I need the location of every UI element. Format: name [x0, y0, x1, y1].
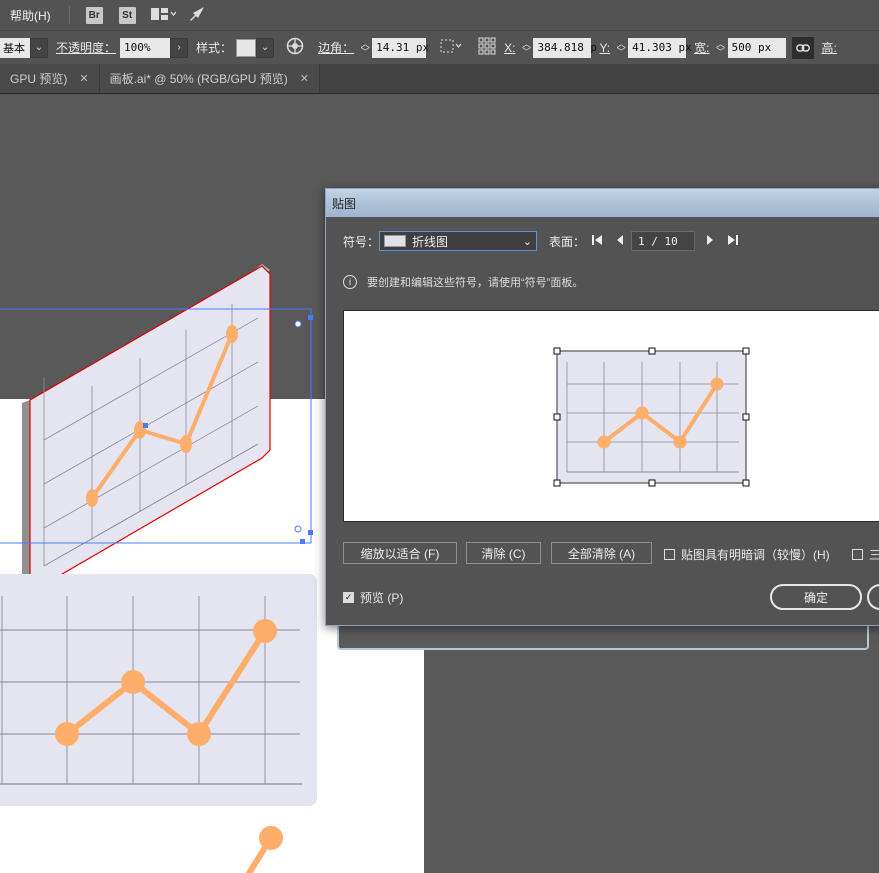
style-label: 样式：: [196, 41, 233, 55]
bridge-icon[interactable]: Br: [85, 6, 103, 24]
width-label-text: 宽: [694, 41, 707, 55]
invisible-geometry-label: 三: [869, 548, 879, 562]
tab-label: GPU 预览): [10, 72, 68, 86]
height-label[interactable]: 高:: [822, 39, 837, 56]
graphic-style-swatch[interactable]: [236, 38, 257, 57]
stroke-profile-value: 基本: [3, 42, 25, 55]
preview-symbol[interactable]: [344, 311, 879, 523]
tab-label: 画板.ai* @ 50% (RGB/GPU 预览): [109, 72, 288, 86]
width-stepper-icon[interactable]: ︿ ﹀: [714, 39, 728, 56]
y-position-field[interactable]: 41.303 px: [628, 37, 692, 58]
transform-bbox-icon[interactable]: [440, 38, 464, 57]
clear-all-button[interactable]: 全部清除 (A): [551, 542, 652, 564]
control-bar: 基本 ⌄ 不透明度： 100% › 样式： ⌄ 边角： ︿ ﹀ 14.31 px …: [0, 30, 879, 64]
scale-to-fit-label: 缩放以适合 (F): [360, 546, 440, 561]
preview-label: 预览 (P): [360, 591, 404, 605]
symbol-value: 折线图: [412, 234, 449, 249]
first-surface-icon[interactable]: [591, 234, 603, 249]
clear-label: 清除 (C): [481, 546, 526, 561]
surface-preview[interactable]: [343, 310, 879, 522]
y-label[interactable]: Y:: [599, 41, 610, 55]
style-label-text: 样式: [196, 41, 221, 55]
chart-fragment[interactable]: [245, 826, 283, 873]
ok-button[interactable]: 确定: [770, 584, 862, 610]
symbol-label: 符号：: [343, 234, 380, 249]
chevron-down-icon: ⌄: [522, 235, 533, 248]
preview-checkbox[interactable]: ✓: [343, 592, 354, 603]
document-tab-bar: GPU 预览) ✕ 画板.ai* @ 50% (RGB/GPU 预览) ✕: [0, 64, 879, 94]
cancel-button[interactable]: [867, 584, 879, 610]
gpu-rocket-icon[interactable]: [188, 6, 206, 25]
chevron-down-icon[interactable]: ⌄: [256, 37, 275, 58]
dialog-title: 贴图: [332, 196, 357, 211]
corner-label-text: 边角: [318, 41, 343, 55]
surface-label: 表面：: [549, 234, 586, 249]
corner-radius-value: 14.31 px: [376, 41, 430, 54]
x-stepper-icon[interactable]: ︿ ﹀: [519, 39, 533, 56]
document-tab-active[interactable]: 画板.ai* @ 50% (RGB/GPU 预览) ✕: [99, 64, 320, 93]
next-surface-icon[interactable]: [705, 234, 715, 249]
line-chart-symbol[interactable]: [0, 574, 317, 806]
invisible-geometry-option[interactable]: 三: [852, 546, 879, 563]
surface-page-field[interactable]: 1 / 10: [631, 231, 696, 251]
x-label[interactable]: X:: [504, 41, 515, 55]
symbol-row: 符号： 折线图 ⌄ 表面： 1 / 10: [343, 231, 745, 251]
scale-to-fit-button[interactable]: 缩放以适合 (F): [343, 542, 457, 564]
close-icon[interactable]: ✕: [79, 72, 88, 85]
info-text: 要创建和编辑这些符号，请使用“符号”面板。: [367, 277, 584, 289]
y-stepper-icon[interactable]: ︿ ﹀: [614, 39, 628, 56]
invisible-geometry-checkbox[interactable]: [852, 549, 863, 560]
isometric-chart-panel[interactable]: [22, 264, 271, 593]
previous-surface-icon[interactable]: [615, 234, 625, 249]
clear-button[interactable]: 清除 (C): [466, 542, 541, 564]
map-art-dialog: 贴图 符号： 折线图 ⌄ 表面： 1 / 10 i 要创建和编辑这些符号，请使用…: [325, 188, 879, 626]
corner-label[interactable]: 边角：: [318, 39, 354, 56]
link-proportions-icon[interactable]: [791, 36, 814, 59]
menu-help[interactable]: 帮助(H): [0, 7, 61, 24]
clear-all-label: 全部清除 (A): [567, 546, 636, 561]
menu-divider: [68, 6, 70, 24]
stock-icon[interactable]: St: [118, 6, 136, 24]
corner-stepper-icon[interactable]: ︿ ﹀: [358, 39, 372, 56]
symbol-select-content: 折线图: [384, 233, 448, 250]
document-tab[interactable]: GPU 预览) ✕: [0, 64, 100, 93]
menu-bar: 帮助(H) Br St: [0, 0, 879, 30]
x-label-text: X: [504, 40, 513, 55]
width-field[interactable]: 500 px: [727, 37, 786, 58]
height-label-text: 高: [821, 41, 834, 55]
opacity-label[interactable]: 不透明度：: [56, 39, 116, 56]
surface-page-value: 1 / 10: [638, 234, 678, 248]
ok-label: 确定: [803, 590, 828, 605]
chevron-right-icon[interactable]: ›: [170, 37, 189, 58]
stroke-profile-select[interactable]: 基本: [0, 37, 30, 58]
corner-radius-field[interactable]: 14.31 px: [372, 37, 430, 58]
chevron-down-icon[interactable]: ⌄: [30, 37, 48, 58]
opacity-field[interactable]: 100%: [120, 37, 171, 58]
opacity-label-text: 不透明度: [56, 41, 105, 55]
y-position-value: 41.303 px: [632, 41, 692, 54]
reference-point-icon[interactable]: [478, 37, 496, 58]
width-value: 500 px: [731, 41, 772, 54]
symbol-thumbnail: [384, 235, 407, 247]
symbol-select[interactable]: 折线图 ⌄: [379, 231, 538, 251]
shade-artwork-label: 贴图具有明暗调（较慢）(H): [681, 548, 830, 562]
x-position-value: 384.818 p: [537, 41, 598, 54]
shade-artwork-checkbox[interactable]: [664, 549, 675, 560]
close-icon[interactable]: ✕: [300, 72, 309, 85]
width-label[interactable]: 宽:: [694, 39, 709, 56]
info-row: i 要创建和编辑这些符号，请使用“符号”面板。: [343, 274, 583, 290]
dialog-titlebar[interactable]: 贴图: [326, 189, 879, 217]
opacity-value: 100%: [124, 41, 151, 54]
shade-artwork-option[interactable]: 贴图具有明暗调（较慢）(H): [664, 546, 830, 563]
recolor-artwork-icon[interactable]: [286, 37, 304, 58]
x-position-field[interactable]: 384.818 p: [533, 37, 597, 58]
y-label-text: Y: [599, 40, 607, 55]
last-surface-icon[interactable]: [727, 234, 739, 249]
workspace-layout-icon[interactable]: [150, 7, 177, 24]
preview-option[interactable]: ✓ 预览 (P): [343, 589, 403, 606]
info-icon: i: [343, 275, 357, 289]
